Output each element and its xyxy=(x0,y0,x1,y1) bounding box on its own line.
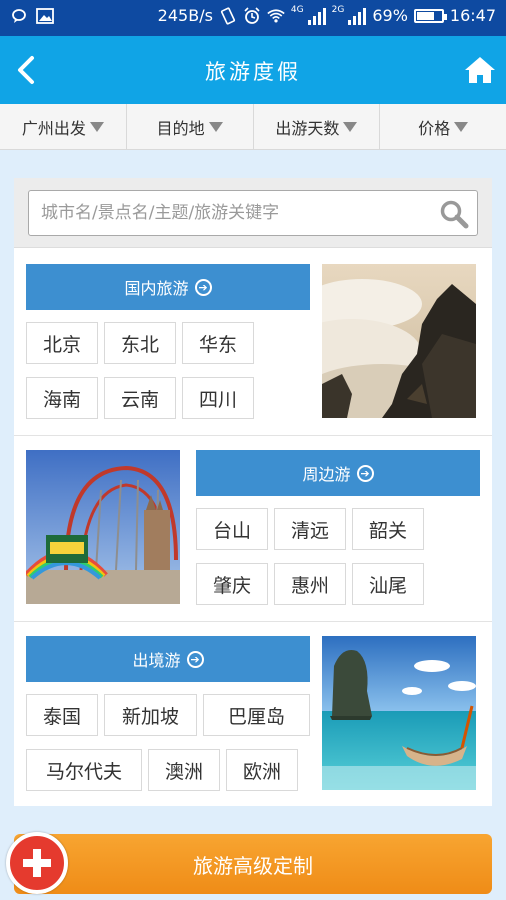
section-title: 国内旅游 xyxy=(124,279,189,298)
battery-icon xyxy=(413,8,447,23)
image-icon xyxy=(36,7,54,25)
battery-percent: 69% xyxy=(372,6,408,25)
search-box xyxy=(28,190,478,236)
network-type-2g: 2G xyxy=(331,4,345,15)
destination-chip[interactable]: 韶关 xyxy=(352,508,424,550)
arrow-right-circle-icon: ➔ xyxy=(194,278,212,296)
section-title: 周边游 xyxy=(302,465,351,484)
signal-2g-icon xyxy=(348,7,367,25)
destination-chip[interactable]: 马尔代夫 xyxy=(26,749,142,791)
wifi-icon xyxy=(267,7,285,25)
dropdown-triangle-icon xyxy=(343,121,358,132)
arrow-right-circle-icon: ➔ xyxy=(186,650,204,668)
cta-label: 旅游高级定制 xyxy=(193,853,313,878)
photo-amusement-park[interactable] xyxy=(26,450,180,604)
filter-label: 价格 xyxy=(418,118,451,138)
title-bar: 旅游度假 xyxy=(0,36,506,104)
section-header-domestic[interactable]: 国内旅游 ➔ xyxy=(26,264,310,310)
custom-travel-button[interactable]: 旅游高级定制 xyxy=(14,834,492,894)
dropdown-triangle-icon xyxy=(454,121,469,132)
home-icon xyxy=(465,57,495,83)
chat-bubble-icon xyxy=(10,7,28,25)
status-bar: 245B/s 4G 2G 69% 16:47 xyxy=(0,0,506,36)
photo-mountain-clouds[interactable] xyxy=(322,264,476,418)
section-title: 出境游 xyxy=(132,651,181,670)
home-button[interactable] xyxy=(462,52,498,88)
destination-chip[interactable]: 泰国 xyxy=(26,694,98,736)
vibrate-icon xyxy=(219,6,237,25)
section-domestic: 国内旅游 ➔ 北京 东北 华东 海南 云南 四川 xyxy=(14,250,492,436)
destination-chip[interactable]: 澳洲 xyxy=(148,749,220,791)
section-nearby: 周边游 ➔ 台山 清远 韶关 肇庆 惠州 汕尾 xyxy=(14,436,492,622)
arrow-right-circle-icon: ➔ xyxy=(356,464,374,482)
destination-chip[interactable]: 北京 xyxy=(26,322,98,364)
filter-destination[interactable]: 目的地 xyxy=(127,104,254,149)
destination-chip[interactable]: 清远 xyxy=(274,508,346,550)
destination-chip[interactable]: 巴厘岛 xyxy=(203,694,310,736)
section-header-nearby[interactable]: 周边游 ➔ xyxy=(196,450,480,496)
search-input[interactable] xyxy=(41,199,421,227)
filter-bar: 广州出发 目的地 出游天数 价格 xyxy=(0,104,506,150)
filter-label: 目的地 xyxy=(156,118,205,138)
filter-departure[interactable]: 广州出发 xyxy=(0,104,127,149)
signal-4g-icon xyxy=(307,7,326,25)
destination-chip[interactable]: 欧洲 xyxy=(226,749,298,791)
plus-icon[interactable] xyxy=(6,832,68,894)
destination-chip[interactable]: 新加坡 xyxy=(104,694,197,736)
destination-chip[interactable]: 华东 xyxy=(182,322,254,364)
destinations-card: 国内旅游 ➔ 北京 东北 华东 海南 云南 四川 xyxy=(14,178,492,806)
filter-label: 出游天数 xyxy=(275,118,340,138)
section-outbound: 出境游 ➔ 泰国 新加坡 巴厘岛 马尔代夫 澳洲 欧洲 xyxy=(14,622,492,806)
destination-chip[interactable]: 云南 xyxy=(104,377,176,419)
destination-chip[interactable]: 台山 xyxy=(196,508,268,550)
destination-chip[interactable]: 四川 xyxy=(182,377,254,419)
photo-tropical-beach[interactable] xyxy=(322,636,476,790)
destination-chip[interactable]: 汕尾 xyxy=(352,563,424,605)
destination-chip[interactable]: 惠州 xyxy=(274,563,346,605)
section-header-outbound[interactable]: 出境游 ➔ xyxy=(26,636,310,682)
network-type-4g: 4G xyxy=(290,4,304,15)
filter-days[interactable]: 出游天数 xyxy=(254,104,381,149)
filter-price[interactable]: 价格 xyxy=(380,104,506,149)
search-area xyxy=(14,178,492,248)
destination-chip[interactable]: 肇庆 xyxy=(196,563,268,605)
dropdown-triangle-icon xyxy=(89,121,104,132)
destination-chip[interactable]: 海南 xyxy=(26,377,98,419)
search-icon[interactable] xyxy=(439,199,469,233)
page-title: 旅游度假 xyxy=(205,60,301,84)
alarm-icon xyxy=(243,6,261,25)
filter-label: 广州出发 xyxy=(21,118,86,138)
clock: 16:47 xyxy=(449,6,496,25)
dropdown-triangle-icon xyxy=(208,121,223,132)
destination-chip[interactable]: 东北 xyxy=(104,322,176,364)
net-speed: 245B/s xyxy=(157,6,213,25)
